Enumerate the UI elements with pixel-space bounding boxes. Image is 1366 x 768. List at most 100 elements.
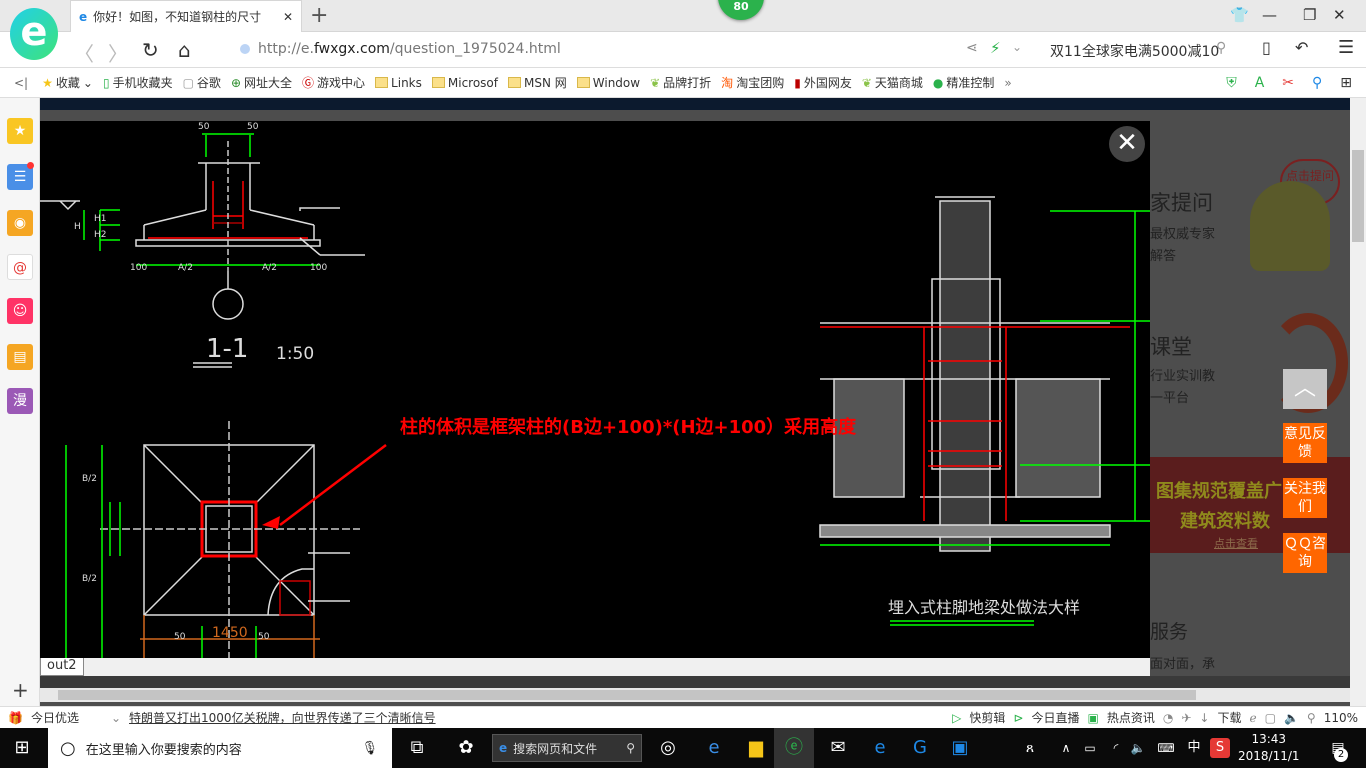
collapse-sidebar-icon[interactable]: <| bbox=[14, 76, 28, 90]
undo-icon[interactable]: ↶ bbox=[1295, 38, 1308, 57]
mail-taskbar-icon[interactable]: ✉ bbox=[826, 736, 850, 760]
edge-icon[interactable]: e bbox=[868, 736, 892, 760]
bookmark-microsoft[interactable]: Microsof bbox=[431, 76, 498, 90]
taskbar-search-box[interactable]: ○ 在这里输入你要搜索的内容 🎙 bbox=[48, 728, 392, 768]
banner-link[interactable]: 点击查看 bbox=[1214, 535, 1258, 551]
close-lightbox-button[interactable]: ✕ bbox=[1109, 126, 1145, 162]
add-sidebar-button[interactable]: + bbox=[12, 678, 29, 702]
bookmark-games[interactable]: Ⓖ 游戏中心 bbox=[302, 74, 365, 91]
search-icon[interactable]: ⚲ bbox=[1216, 40, 1226, 56]
feedback-button[interactable]: 意见反馈 bbox=[1283, 423, 1327, 463]
chevron-down-icon[interactable]: ⌄ bbox=[111, 711, 121, 725]
weibo-icon[interactable]: ◉ bbox=[7, 210, 33, 236]
lightning-icon[interactable]: ⚡ bbox=[990, 39, 1001, 57]
app-icon[interactable]: ✿ bbox=[454, 736, 478, 760]
page-header-strip bbox=[40, 98, 1350, 110]
battery-icon[interactable]: ▭ bbox=[1078, 736, 1102, 760]
maximize-button[interactable]: ❐ bbox=[1303, 6, 1316, 24]
window-icon[interactable]: ▢ bbox=[1265, 711, 1276, 725]
status-item-clip[interactable]: 快剪辑 bbox=[969, 709, 1005, 726]
phone-icon[interactable]: ▯ bbox=[1262, 38, 1271, 57]
status-item-live[interactable]: 今日直播 bbox=[1031, 709, 1079, 726]
pin-icon[interactable]: ✈ bbox=[1181, 711, 1191, 725]
menu-icon[interactable]: ☰ bbox=[1338, 37, 1354, 58]
bookmark-foreign[interactable]: ▮ 外国网友 bbox=[794, 74, 852, 91]
sogou-icon[interactable]: S bbox=[1210, 738, 1230, 758]
more-bookmarks[interactable]: » bbox=[1004, 76, 1011, 90]
layout-tab[interactable]: out2 bbox=[40, 658, 84, 676]
bookmark-links[interactable]: Links bbox=[375, 76, 422, 90]
translate-icon[interactable]: A bbox=[1255, 75, 1265, 91]
bookmark-mobile[interactable]: ▯ 手机收藏夹 bbox=[103, 74, 173, 91]
app-360-icon[interactable]: ◎ bbox=[656, 736, 680, 760]
scissors-icon[interactable]: ✂ bbox=[1282, 75, 1294, 91]
tray-arrow-icon[interactable]: ∧ bbox=[1054, 736, 1078, 760]
new-tab-button[interactable]: + bbox=[310, 3, 328, 28]
browser-taskbar-icon[interactable]: ⓔ bbox=[782, 736, 806, 760]
browser-logo[interactable]: e bbox=[10, 8, 58, 60]
file-explorer-icon[interactable]: ▆ bbox=[744, 736, 768, 760]
bookmark-msn[interactable]: MSN 网 bbox=[508, 74, 567, 91]
bookmark-hao[interactable]: ⊕ 网址大全 bbox=[231, 74, 292, 91]
windows-start-icon[interactable]: ⊞ bbox=[10, 736, 34, 760]
close-window-button[interactable]: ✕ bbox=[1333, 6, 1346, 24]
status-item-news[interactable]: 热点资讯 bbox=[1107, 709, 1155, 726]
vertical-scrollbar[interactable] bbox=[1350, 98, 1366, 706]
sound-icon[interactable]: 🔈 bbox=[1284, 711, 1299, 725]
search-input[interactable]: 双11全球家电满5000减10 bbox=[1050, 41, 1219, 61]
today-picks[interactable]: 今日优选 bbox=[31, 709, 79, 726]
bookmark-tmall[interactable]: ❦ 天猫商城 bbox=[862, 74, 923, 91]
keyboard-icon[interactable]: ⌨ bbox=[1154, 736, 1178, 760]
scroll-thumb[interactable] bbox=[1352, 150, 1364, 242]
bookmark-google[interactable]: ▢ 谷歌 bbox=[183, 74, 221, 91]
share-icon[interactable]: ⋖ bbox=[966, 40, 978, 56]
sidebar-favorites-icon[interactable]: ★ bbox=[7, 118, 33, 144]
speed-icon[interactable]: ◔ bbox=[1163, 711, 1173, 725]
web-search-box[interactable]: e 搜索网页和文件 ⚲ bbox=[492, 734, 642, 762]
image-lightbox[interactable]: 50 50 100 100 A/2 A/2 H H1 H2 1-1 1:50 5… bbox=[40, 121, 1150, 658]
mail-icon[interactable]: @ bbox=[7, 254, 33, 280]
skin-icon[interactable]: 👕 bbox=[1230, 6, 1249, 24]
forward-icon[interactable]: 〉 bbox=[108, 38, 128, 67]
back-to-top-button[interactable]: ︿ bbox=[1283, 369, 1327, 409]
news-ticker-link[interactable]: 特朗普又打出1000亿关税牌，向世界传递了三个清晰信号 bbox=[129, 709, 944, 726]
minimize-button[interactable]: — bbox=[1262, 6, 1277, 24]
left-sidebar: ★ ☰ ◉ @ ☺ ▤ 漫 + bbox=[0, 98, 40, 706]
home-icon[interactable]: ⌂ bbox=[178, 38, 191, 62]
refresh-icon[interactable]: ↻ bbox=[142, 38, 159, 62]
key-icon[interactable]: ⚲ bbox=[1312, 75, 1322, 91]
bookmark-control[interactable]: ● 精准控制 bbox=[933, 74, 995, 91]
zoom-level[interactable]: 110% bbox=[1324, 711, 1358, 725]
photo-app-icon[interactable]: ▣ bbox=[948, 736, 972, 760]
people-icon[interactable]: ጸ bbox=[1018, 736, 1042, 760]
bookmark-windows[interactable]: Window bbox=[576, 76, 640, 90]
microphone-icon[interactable]: 🎙 bbox=[361, 741, 378, 756]
apps-icon[interactable]: ⊞ bbox=[1340, 75, 1352, 91]
dim-50-right: 50 bbox=[247, 122, 259, 132]
task-view-icon[interactable]: ⧉ bbox=[405, 736, 429, 760]
game-icon[interactable]: ☺ bbox=[7, 298, 33, 324]
close-tab-icon[interactable]: ✕ bbox=[283, 10, 293, 24]
bookmark-favorites[interactable]: ★ 收藏 ⌄ bbox=[42, 74, 93, 91]
back-icon[interactable]: 〈 bbox=[74, 38, 94, 67]
notes-icon[interactable]: ▤ bbox=[7, 344, 33, 370]
scroll-thumb[interactable] bbox=[58, 690, 1196, 700]
clock[interactable]: 13:43 2018/11/1 bbox=[1238, 731, 1300, 765]
comics-icon[interactable]: 漫 bbox=[7, 388, 33, 414]
ime-indicator[interactable]: 中 bbox=[1182, 736, 1206, 760]
bookmark-taobao[interactable]: 淘淘宝团购 bbox=[721, 74, 784, 91]
wifi-icon[interactable]: ◜ bbox=[1104, 736, 1128, 760]
g-app-icon[interactable]: G bbox=[908, 736, 932, 760]
status-item-download[interactable]: 下载 bbox=[1217, 709, 1241, 726]
bookmark-brand[interactable]: ❦ 品牌打折 bbox=[650, 74, 711, 91]
horizontal-scrollbar[interactable] bbox=[40, 688, 1350, 702]
volume-icon[interactable]: 🔈 bbox=[1126, 736, 1150, 760]
shield-icon[interactable]: ⛨ bbox=[1226, 75, 1237, 91]
url-input[interactable]: http://e.fwxgx.com/question_1975024.html bbox=[258, 41, 561, 57]
chevron-down-icon[interactable]: ⌄ bbox=[1012, 40, 1022, 54]
ie-taskbar-icon[interactable]: e bbox=[702, 736, 726, 760]
qq-button[interactable]: ＱＱ咨询 bbox=[1283, 533, 1327, 573]
ie-mode-icon[interactable]: ℯ bbox=[1249, 711, 1256, 725]
follow-button[interactable]: 关注我们 bbox=[1283, 478, 1327, 518]
browser-tab[interactable]: e 你好！如图，不知道钢柱的尺寸 ✕ bbox=[70, 0, 302, 32]
